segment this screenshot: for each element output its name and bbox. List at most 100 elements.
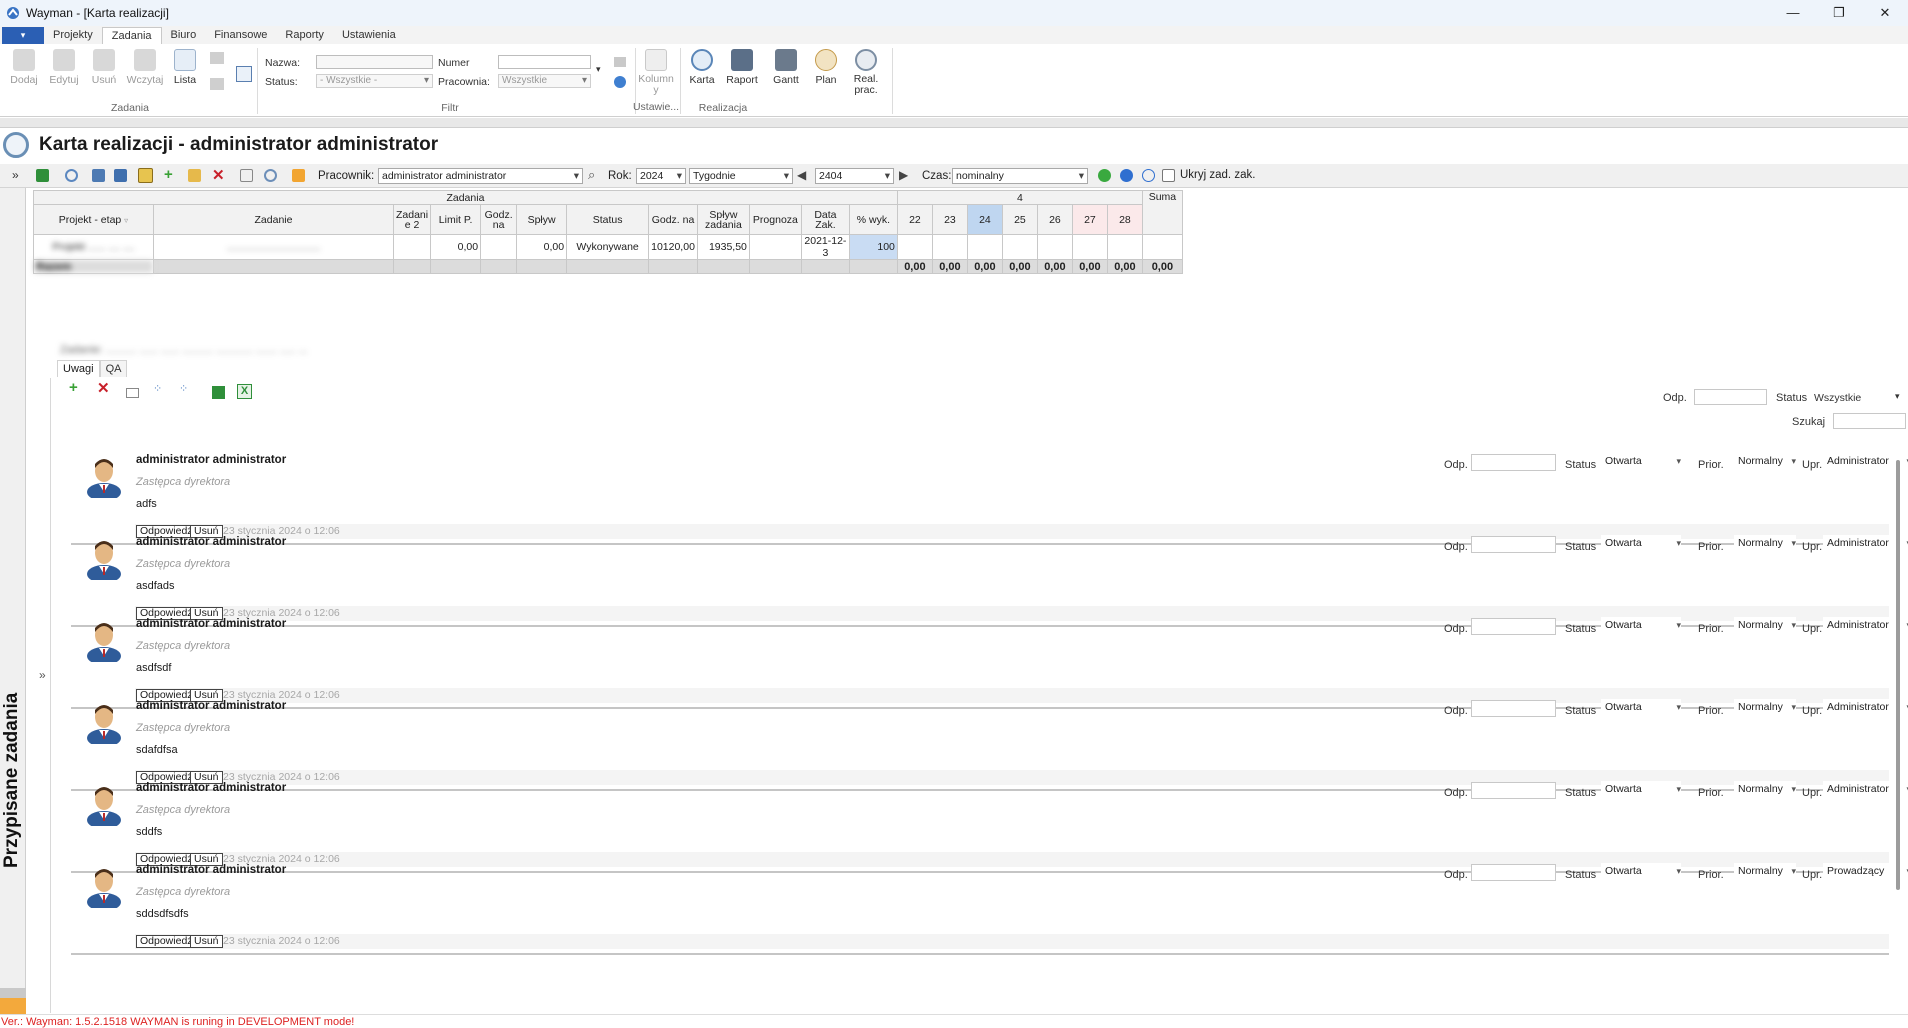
filter-options-icon[interactable] <box>614 57 626 67</box>
search-icon[interactable]: ⌕ <box>588 167 595 183</box>
list-button[interactable]: Lista <box>167 46 203 86</box>
preview-icon[interactable] <box>210 78 224 90</box>
real-prac-button[interactable]: Real. prac. <box>848 46 884 96</box>
reply-button[interactable]: Odpowiedź <box>136 935 197 948</box>
priority-select[interactable]: Normalny ▾ <box>1734 781 1796 798</box>
prev-week-icon[interactable]: ◀ <box>797 168 806 182</box>
czas-select[interactable]: nominalny <box>952 168 1088 184</box>
row-day[interactable] <box>1001 234 1038 260</box>
okres-select[interactable]: Tygodnie <box>689 168 793 184</box>
row-day[interactable] <box>1106 234 1143 260</box>
comment-item[interactable]: administrator administrator Zastępca dyre… <box>71 856 1908 955</box>
tab-finansowe[interactable]: Finansowe <box>205 27 276 44</box>
odp-input[interactable] <box>1471 618 1556 635</box>
vertical-scrollbar[interactable] <box>1896 460 1900 890</box>
app-menu-button[interactable]: ▾ <box>2 27 44 44</box>
col-limit[interactable]: Limit P. <box>430 204 482 235</box>
export-icon[interactable] <box>114 169 127 182</box>
day-header[interactable]: 28 <box>1106 204 1143 235</box>
assigned-tasks-sidebar[interactable]: Przypisane zadania <box>0 188 26 1014</box>
status-filter-select[interactable]: Wszystkie <box>1814 392 1861 404</box>
status-filter-dropdown-icon[interactable]: ▾ <box>1895 391 1900 402</box>
mail-icon[interactable] <box>126 388 139 398</box>
odp-input[interactable] <box>1471 700 1556 717</box>
col-task2[interactable]: Zadani e 2 <box>392 204 432 235</box>
print-icon[interactable] <box>210 52 224 64</box>
clear-filter-icon[interactable] <box>236 66 252 82</box>
rok-select[interactable]: 2024 <box>636 168 686 184</box>
add-button[interactable]: Dodaj <box>6 46 42 86</box>
priority-select[interactable]: Normalny ▾ <box>1734 699 1796 716</box>
calendar-icon[interactable] <box>138 168 153 183</box>
next-week-icon[interactable]: ▶ <box>899 168 908 182</box>
col-task-hours[interactable]: Godz. na <box>648 204 698 235</box>
add-task-icon[interactable]: + <box>164 166 173 183</box>
load-button[interactable]: Wczytaj <box>125 46 165 86</box>
close-button[interactable]: ✕ <box>1862 0 1908 26</box>
day-header[interactable]: 22 <box>896 204 933 235</box>
odp-input[interactable] <box>1471 536 1556 553</box>
col-forecast[interactable]: Prognoza <box>748 204 802 235</box>
row-day[interactable] <box>1036 234 1073 260</box>
search-input[interactable] <box>1833 413 1906 429</box>
status-select[interactable]: Otwarta ▾ <box>1601 535 1681 552</box>
col-flow[interactable]: Spływ <box>516 204 568 235</box>
highlight-icon[interactable] <box>292 169 305 182</box>
tab-raporty[interactable]: Raporty <box>276 27 333 44</box>
save-icon[interactable] <box>36 169 49 182</box>
col-end-date[interactable]: Data Zak. <box>800 204 850 235</box>
odp-input[interactable] <box>1471 454 1556 471</box>
refresh-icon[interactable] <box>65 169 78 182</box>
help-icon[interactable] <box>1120 169 1133 182</box>
collapse-panel-icon[interactable]: » <box>39 668 46 682</box>
col-percent[interactable]: % wyk. <box>848 204 898 235</box>
filter-name-input[interactable] <box>316 55 433 69</box>
col-project-stage[interactable]: Projekt - etap ▿ <box>33 204 154 235</box>
row-day[interactable] <box>931 234 968 260</box>
status-select[interactable]: Otwarta ▾ <box>1601 781 1681 798</box>
pracownik-select[interactable]: administrator administrator <box>378 168 583 184</box>
status-select[interactable]: Otwarta ▾ <box>1601 699 1681 716</box>
hide-completed-checkbox[interactable] <box>1162 169 1175 182</box>
delete-task-icon[interactable]: ✕ <box>212 166 225 184</box>
tab-biuro[interactable]: Biuro <box>162 27 206 44</box>
day-header[interactable]: 25 <box>1001 204 1038 235</box>
col-status[interactable]: Status <box>566 204 650 235</box>
info-icon[interactable] <box>1142 169 1155 182</box>
odp-input[interactable] <box>1471 864 1556 881</box>
maximize-button[interactable]: ❐ <box>1816 0 1862 26</box>
day-header[interactable]: 27 <box>1071 204 1108 235</box>
priority-select[interactable]: Normalny ▾ <box>1734 617 1796 634</box>
columns-button[interactable]: Kolumn y <box>638 46 674 96</box>
status-select[interactable]: Otwarta ▾ <box>1601 863 1681 880</box>
tab-zadania[interactable]: Zadania <box>101 27 162 44</box>
edit-task-icon[interactable] <box>188 169 201 182</box>
tab-ustawienia[interactable]: Ustawienia <box>333 27 405 44</box>
tab-projekty[interactable]: Projekty <box>44 27 102 44</box>
sync-icon[interactable] <box>264 169 277 182</box>
filter-workshop-select[interactable]: Wszystkie <box>498 74 591 88</box>
tab-uwagi[interactable]: Uwagi <box>57 360 100 377</box>
col-task[interactable]: Zadanie <box>153 204 394 235</box>
filter-dropdown-icon[interactable]: ▾ <box>596 64 601 75</box>
print-icon[interactable] <box>92 169 105 182</box>
row-day[interactable] <box>896 234 933 260</box>
delete-button[interactable]: Usuń <box>86 46 122 86</box>
row-percent[interactable]: 100 <box>848 234 898 260</box>
row-day[interactable] <box>1071 234 1108 260</box>
refresh-filter-icon[interactable] <box>614 76 626 88</box>
status-select[interactable]: Otwarta ▾ <box>1601 453 1681 470</box>
col-hours[interactable]: Godz. na <box>480 204 518 235</box>
tab-qa[interactable]: QA <box>99 360 128 377</box>
excel-icon[interactable]: X <box>237 384 252 399</box>
row-day[interactable] <box>966 234 1003 260</box>
save-icon[interactable] <box>212 386 225 399</box>
odp-filter-input[interactable] <box>1694 389 1767 405</box>
week-select[interactable]: 2404 <box>815 168 894 184</box>
day-header[interactable]: 23 <box>931 204 968 235</box>
filter-icon[interactable]: ▿ <box>124 216 128 225</box>
priority-select[interactable]: Normalny ▾ <box>1734 453 1796 470</box>
col-task-flow[interactable]: Spływ zadania <box>696 204 750 235</box>
day-header[interactable]: 26 <box>1036 204 1073 235</box>
plan-button[interactable]: Plan <box>808 46 844 86</box>
